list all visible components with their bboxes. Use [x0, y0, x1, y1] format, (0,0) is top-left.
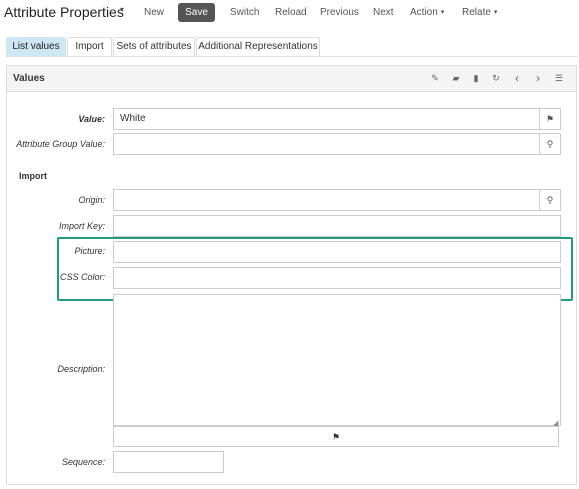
panel-header: Values ✎ ▰ ▮ ↻ ‹ › ☰: [7, 66, 576, 92]
next-button[interactable]: Next: [373, 7, 394, 18]
tab-list-values[interactable]: List values: [6, 37, 66, 56]
attribute-group-value-field[interactable]: [113, 133, 540, 155]
tabs-divider: [6, 56, 577, 57]
new-button[interactable]: New: [144, 7, 164, 18]
action-caret-icon: ▾: [440, 9, 445, 16]
panel-title: Values: [13, 73, 45, 84]
import-key-label: Import Key:: [58, 221, 105, 231]
relate-menu[interactable]: Relate ▾: [462, 7, 497, 18]
import-section-heading: Import: [19, 171, 47, 181]
edit-icon[interactable]: ✎: [429, 73, 441, 84]
tab-additional-representations[interactable]: Additional Representations: [196, 37, 320, 56]
tab-sets-of-attributes[interactable]: Sets of attributes: [113, 37, 195, 56]
action-menu[interactable]: Action ▾: [410, 7, 444, 18]
description-textarea[interactable]: [113, 294, 561, 426]
attribute-group-search-icon[interactable]: ⚲: [539, 133, 561, 155]
origin-field[interactable]: [113, 189, 540, 211]
import-key-field[interactable]: [113, 215, 561, 237]
value-label: Value:: [78, 114, 105, 124]
folder-open-icon[interactable]: ▰: [450, 73, 462, 84]
toolbar: Attribute Properties ▾ New Save Switch R…: [0, 0, 579, 26]
relate-caret-icon: ▾: [493, 9, 498, 16]
previous-record-icon[interactable]: ‹: [511, 71, 523, 85]
value-field[interactable]: White: [113, 108, 540, 130]
tab-import[interactable]: Import: [67, 37, 112, 56]
trash-icon[interactable]: ▮: [470, 73, 482, 84]
action-menu-label: Action: [410, 7, 438, 18]
switch-button[interactable]: Switch: [230, 7, 259, 18]
reload-button[interactable]: Reload: [275, 7, 307, 18]
value-translate-flag-icon[interactable]: ⚑: [539, 108, 561, 130]
sequence-field[interactable]: [113, 451, 224, 473]
page-title: Attribute Properties: [4, 4, 124, 20]
title-menu-caret-icon[interactable]: ▾: [120, 5, 124, 14]
save-button[interactable]: Save: [178, 3, 215, 22]
origin-label: Origin:: [78, 195, 105, 205]
origin-search-icon[interactable]: ⚲: [539, 189, 561, 211]
relate-menu-label: Relate: [462, 7, 491, 18]
description-label: Description:: [57, 364, 105, 374]
highlight-box: [57, 237, 573, 301]
attribute-group-value-label: Attribute Group Value:: [16, 139, 105, 149]
previous-button[interactable]: Previous: [320, 7, 359, 18]
description-translate-flag-icon[interactable]: ⚑: [113, 426, 559, 447]
next-record-icon[interactable]: ›: [532, 71, 544, 85]
reload-icon[interactable]: ↻: [490, 73, 502, 84]
switch-view-icon[interactable]: ☰: [553, 73, 565, 84]
sequence-label: Sequence:: [61, 457, 105, 467]
